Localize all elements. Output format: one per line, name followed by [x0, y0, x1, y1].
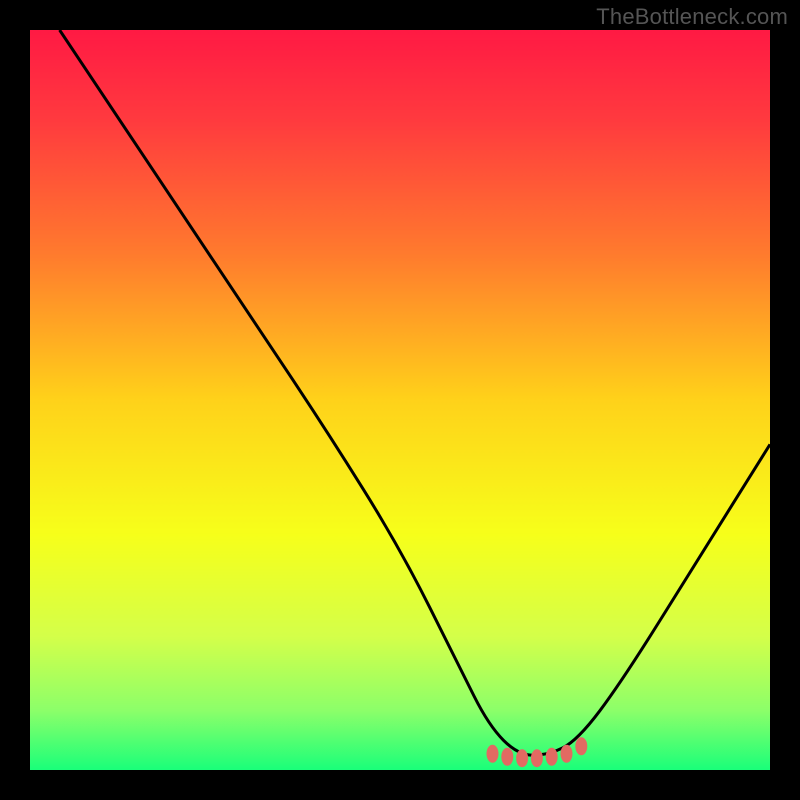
gradient-background: [30, 30, 770, 770]
watermark-text: TheBottleneck.com: [596, 4, 788, 30]
chart-frame: [30, 30, 770, 770]
